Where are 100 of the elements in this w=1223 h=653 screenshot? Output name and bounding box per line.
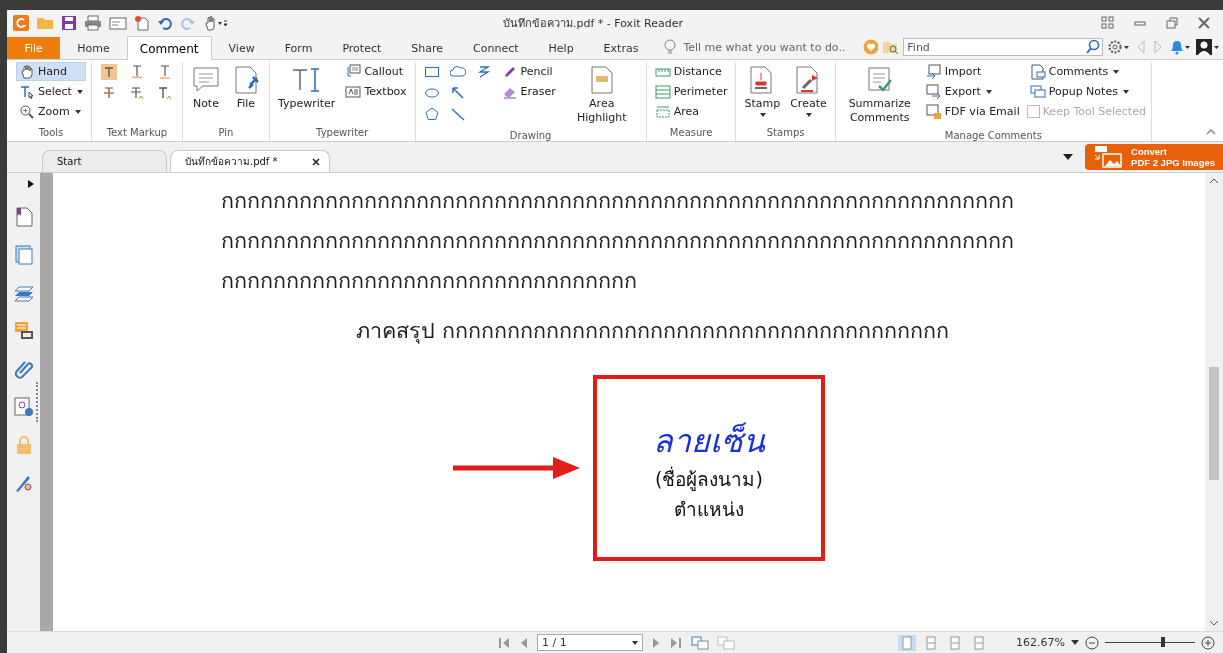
ribbon-tab[interactable]: Connect	[460, 37, 532, 59]
ribbon-button[interactable]: Export	[922, 82, 1023, 101]
window-title: บันทึกข้อความ.pdf * - Foxit Reader	[503, 15, 684, 32]
callout-icon	[345, 63, 362, 80]
pages-icon[interactable]	[14, 245, 33, 265]
zoom-out-icon[interactable]	[1085, 635, 1099, 650]
ribbon-button[interactable]: Area	[651, 102, 731, 121]
ribbon-tab[interactable]: Extras	[590, 37, 652, 59]
import-icon	[925, 63, 942, 80]
close-icon[interactable]	[311, 156, 321, 167]
vertical-scrollbar[interactable]	[1205, 173, 1223, 631]
group-label: Pin	[217, 126, 235, 140]
dropdown-icon[interactable]	[1062, 153, 1075, 161]
ribbon-tab[interactable]: Comment	[126, 36, 212, 60]
ribbon-tab[interactable]: Form	[271, 37, 326, 59]
gear-icon[interactable]	[1107, 39, 1130, 55]
image-icon	[1093, 146, 1124, 168]
app-logo-icon[interactable]	[13, 14, 29, 31]
page-number-field[interactable]: 1 / 1	[537, 634, 643, 651]
heart-icon[interactable]	[863, 39, 879, 55]
email-document-icon	[925, 103, 942, 120]
ribbon-button[interactable]: Zoom	[16, 102, 86, 121]
find-field[interactable]: Find	[903, 38, 1104, 56]
collapse-icon[interactable]	[1205, 127, 1217, 137]
ribbon-button[interactable]: Eraser	[498, 82, 559, 101]
folder-search-icon[interactable]	[882, 39, 900, 55]
signer-name: (ชื่อผู้ลงนาม)	[655, 465, 763, 493]
document-tab[interactable]: บันทึกข้อความ.pdf *	[170, 150, 330, 172]
area-measure-icon	[654, 103, 671, 120]
ribbon-button[interactable]: Perimeter	[651, 82, 731, 101]
textbox-icon	[345, 83, 362, 100]
ribbon-button[interactable]: Import	[922, 62, 1023, 81]
conclusion-line: ภาคสรุป กกกกกกกกกกกกกกกกกกกกกกกกกกกกกกกกกกกกกกก	[356, 317, 950, 346]
paragraph-line: กกกกกกกกกกกกกกกกกกกกกกกกกกกกกกกกกกกกกกกกกกกกกกกกกกกกกกกกกกกกก	[221, 227, 1015, 255]
ribbon-tab[interactable]: Home	[64, 37, 123, 59]
group-label: Tools	[37, 126, 65, 140]
zoom-icon	[19, 103, 35, 120]
ribbon-button[interactable]: Popup Notes	[1026, 82, 1146, 101]
hand-icon	[19, 63, 35, 80]
group-label: Drawing	[508, 129, 553, 143]
ribbon-button[interactable]: Stamp	[741, 62, 784, 120]
user-icon[interactable]	[1194, 39, 1219, 55]
ribbon-button[interactable]: Distance	[651, 62, 731, 81]
comments-icon[interactable]	[13, 321, 34, 341]
export-icon	[925, 83, 942, 100]
paperclip-icon[interactable]	[14, 359, 33, 379]
tell-me-field[interactable]: Tell me what you want to do..	[681, 39, 856, 55]
layers-icon[interactable]	[13, 283, 34, 303]
zoom-percentage[interactable]: 162.67%	[1016, 636, 1065, 649]
expand-icon[interactable]	[26, 179, 35, 189]
ribbon-button[interactable]: Note	[187, 62, 224, 114]
signed-document-icon[interactable]	[13, 397, 34, 417]
ribbon-tab[interactable]: Help	[535, 37, 587, 59]
dropdown-icon[interactable]	[1071, 639, 1079, 646]
perimeter-icon	[654, 83, 671, 100]
signer-position: ตำแหน่ง	[674, 497, 744, 522]
ribbon-tab[interactable]: Share	[398, 37, 457, 59]
comment-document-icon	[1029, 63, 1046, 80]
first-page-icon[interactable]	[497, 636, 511, 649]
document-tab[interactable]: Start	[42, 150, 167, 172]
pen-certificate-icon[interactable]	[13, 473, 34, 493]
restore-icon[interactable]	[1165, 15, 1179, 30]
scroll-down-icon[interactable]	[1209, 619, 1219, 627]
zoom-slider-thumb[interactable]	[1160, 637, 1165, 647]
next-page-icon[interactable]	[651, 636, 661, 649]
new-document-icon[interactable]	[134, 14, 150, 31]
ribbon-button[interactable]: Area Highlight	[562, 62, 641, 128]
grid-icon[interactable]	[1101, 15, 1115, 30]
email-icon[interactable]	[109, 14, 127, 31]
ribbon-button[interactable]: Typewriter	[274, 62, 339, 114]
ribbon-tab[interactable]: View	[215, 37, 268, 59]
ribbon-button[interactable]: Textbox	[342, 82, 410, 101]
scrollbar-thumb[interactable]	[1209, 367, 1219, 481]
ribbon-button[interactable]: Callout	[342, 62, 410, 81]
ribbon-button[interactable]: Create	[787, 62, 830, 120]
group-label: Text Markup	[105, 126, 169, 140]
ribbon-button[interactable]: Hand	[16, 62, 86, 81]
zoom-in-icon[interactable]	[1201, 635, 1215, 650]
save-icon[interactable]	[61, 14, 77, 31]
ribbon-button[interactable]: Select	[16, 82, 86, 101]
text-cursor-icon	[19, 83, 35, 100]
ribbon-button[interactable]: Summarize Comments	[840, 62, 919, 128]
note-icon	[190, 65, 221, 95]
previous-page-icon[interactable]	[519, 636, 529, 649]
bell-icon[interactable]	[1168, 39, 1191, 55]
ribbon-tab[interactable]: Protect	[329, 37, 395, 59]
previous-view-icon[interactable]	[691, 635, 709, 650]
ribbon-button[interactable]: Comments	[1026, 62, 1146, 81]
arrow-icon	[453, 455, 581, 481]
group-label: Manage Comments	[943, 129, 1043, 143]
bookmark-icon[interactable]	[14, 207, 33, 227]
hand-icon[interactable]	[203, 14, 227, 31]
printer-icon[interactable]	[84, 14, 102, 31]
scroll-up-icon[interactable]	[1209, 177, 1219, 185]
ribbon-button[interactable]: File	[227, 62, 264, 114]
group-label: Stamps	[765, 126, 806, 140]
ribbon-button[interactable]: FDF via Email	[922, 102, 1023, 121]
search-icon[interactable]	[1085, 39, 1102, 55]
last-page-icon[interactable]	[669, 636, 683, 649]
ribbon-button[interactable]: Pencil	[498, 62, 559, 81]
